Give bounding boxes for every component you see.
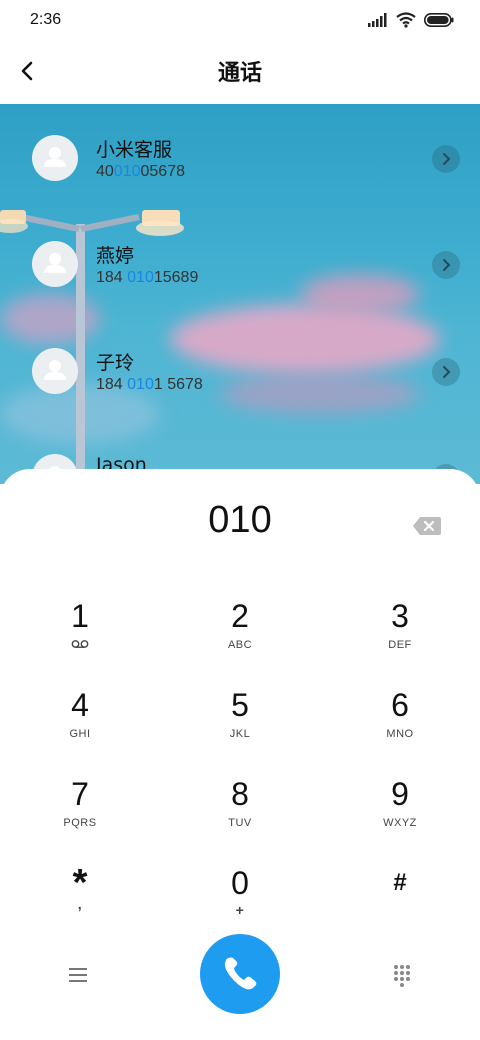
key-digit: 6	[391, 687, 409, 723]
avatar	[32, 241, 78, 287]
person-icon	[44, 253, 66, 273]
key-hash[interactable]: #	[340, 864, 460, 946]
key-2[interactable]: 2 ABC	[180, 597, 300, 679]
contact-detail-button[interactable]	[432, 358, 460, 386]
battery-icon	[424, 13, 454, 27]
contact-row[interactable]: 子玲 184 0101 5678	[0, 348, 480, 438]
key-8[interactable]: 8 TUV	[180, 775, 300, 857]
status-icons	[368, 12, 454, 28]
contact-number: 184 01015689	[96, 269, 199, 286]
key-digit: 8	[231, 776, 249, 812]
key-4[interactable]: 4 GHI	[20, 686, 140, 768]
dial-panel: 010 1 2 ABC 3 DEF 4 GHI 5 JKL 6 MNO 7 PQ…	[0, 469, 480, 1040]
menu-button[interactable]	[66, 965, 90, 985]
key-letters: GHI	[69, 728, 91, 740]
key-1[interactable]: 1	[20, 597, 140, 679]
key-digit: 9	[391, 776, 409, 812]
contact-detail-button[interactable]	[432, 251, 460, 279]
key-digit: 1	[71, 598, 89, 634]
key-digit: #	[393, 869, 407, 896]
status-bar: 2:36	[0, 0, 480, 42]
person-icon	[44, 147, 66, 167]
key-letters: WXYZ	[383, 817, 417, 829]
key-6[interactable]: 6 MNO	[340, 686, 460, 768]
contact-number: 4001005678	[96, 163, 185, 180]
key-letters: MNO	[386, 728, 414, 740]
chevron-right-icon	[443, 366, 451, 378]
status-time: 2:36	[30, 11, 62, 28]
avatar	[32, 135, 78, 181]
contact-number: 184 0101 5678	[96, 376, 203, 393]
chevron-right-icon	[443, 259, 451, 271]
key-digit: 4	[71, 687, 89, 723]
contact-row[interactable]: 燕婷 184 01015689	[0, 241, 480, 331]
backspace-button[interactable]	[412, 515, 442, 537]
contact-name: 子玲	[96, 352, 135, 374]
contact-name: 小米客服	[96, 139, 173, 161]
key-7[interactable]: 7 PQRS	[20, 775, 140, 857]
key-letters: DEF	[388, 639, 412, 651]
voicemail-icon	[71, 640, 89, 648]
contact-detail-button[interactable]	[432, 145, 460, 173]
key-letters: ,	[77, 896, 83, 912]
dialed-number-display: 010	[208, 499, 272, 541]
key-letters: ABC	[227, 639, 253, 651]
page-title: 通话	[217, 61, 262, 86]
key-letters: PQRS	[63, 817, 97, 829]
key-digit: 5	[231, 687, 249, 723]
call-button[interactable]	[200, 934, 280, 1014]
chevron-right-icon	[443, 153, 451, 165]
key-digit: 7	[71, 776, 89, 812]
key-letters: +	[235, 902, 245, 918]
avatar	[32, 348, 78, 394]
dialpad-icon	[394, 965, 410, 987]
person-icon	[44, 360, 66, 380]
key-digit: 3	[391, 598, 409, 634]
backspace-icon	[413, 517, 441, 535]
contact-row[interactable]: 小米客服 4001005678	[0, 135, 480, 225]
key-star[interactable]: * ,	[20, 864, 140, 946]
phone-icon	[224, 957, 257, 990]
key-9[interactable]: 9 WXYZ	[340, 775, 460, 857]
key-5[interactable]: 5 JKL	[180, 686, 300, 768]
keypad-toggle-button[interactable]	[390, 963, 414, 987]
key-digit: 2	[231, 598, 249, 634]
contact-name: 燕婷	[96, 245, 135, 267]
key-letters: JKL	[229, 728, 251, 740]
wifi-icon	[396, 12, 416, 28]
contact-results: 小米客服 4001005678 燕婷 184 01015689 子玲 184 0…	[0, 104, 480, 484]
key-3[interactable]: 3 DEF	[340, 597, 460, 679]
menu-icon	[69, 968, 87, 982]
signal-icon	[368, 13, 387, 27]
key-letters: TUV	[228, 817, 252, 829]
header: 通话	[0, 42, 480, 104]
key-digit: 0	[231, 865, 249, 901]
